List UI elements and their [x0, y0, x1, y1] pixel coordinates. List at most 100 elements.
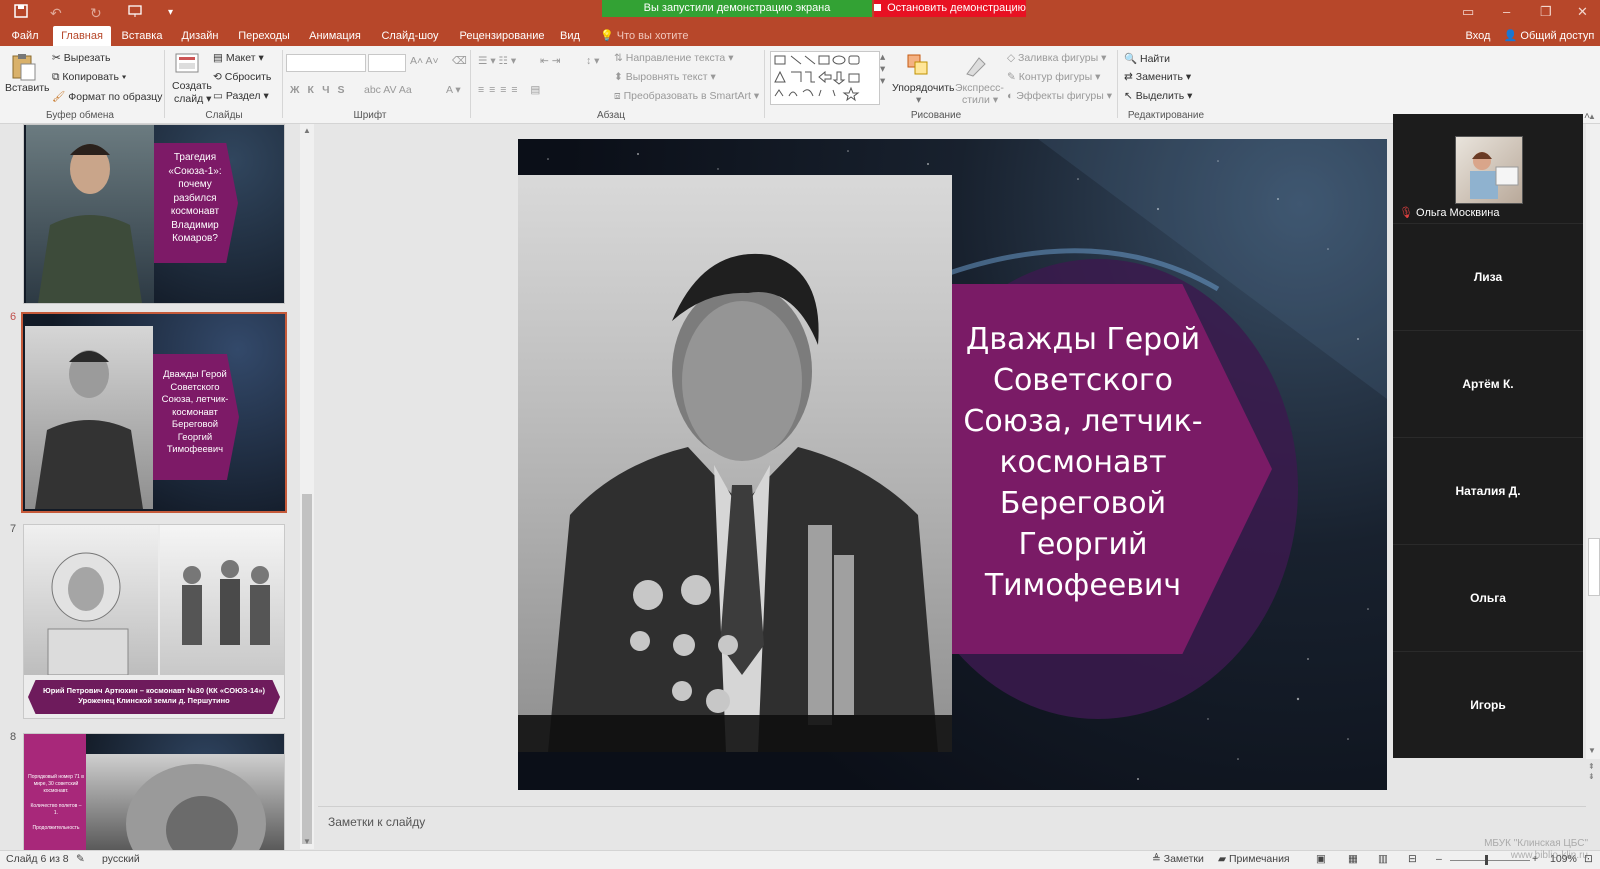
- select-button[interactable]: ↖ Выделить ▾: [1124, 90, 1192, 102]
- paste-icon[interactable]: [8, 52, 42, 82]
- slide-scroll-thumb[interactable]: [1588, 538, 1600, 596]
- section-button[interactable]: ▭ Раздел ▾: [213, 90, 269, 102]
- comments-toggle[interactable]: ▰ Примечания: [1218, 853, 1290, 865]
- reset-button[interactable]: ⟲ Сбросить: [213, 71, 271, 83]
- tab-insert[interactable]: Вставка: [118, 26, 166, 46]
- spacesuit-photo: [24, 525, 158, 676]
- slide-thumbnail-panel: Трагедия «Союза-1»: почему разбился косм…: [0, 124, 318, 851]
- slideshow-view-icon[interactable]: ⊟: [1408, 853, 1417, 865]
- shape-effects-button[interactable]: ◐ Эффекты фигуры ▾: [1007, 90, 1112, 102]
- shape-fill-button[interactable]: ◇ Заливка фигуры ▾: [1007, 52, 1106, 64]
- reading-view-icon[interactable]: ▥: [1378, 853, 1388, 865]
- scroll-up-icon[interactable]: ▲: [1588, 112, 1596, 121]
- paste-button[interactable]: Вставить: [5, 82, 50, 94]
- redo-icon[interactable]: ↻: [90, 4, 102, 22]
- replace-button[interactable]: ⇄ Заменить ▾: [1124, 71, 1191, 83]
- tab-design[interactable]: Дизайн: [176, 26, 224, 46]
- slide-canvas[interactable]: Дважды Герой Советского Союза, летчик-ко…: [518, 139, 1387, 790]
- tab-slideshow[interactable]: Слайд-шоу: [376, 26, 444, 46]
- slide-number-8: 8: [10, 731, 17, 743]
- slide-thumbnail-6[interactable]: Дважды Герой Советского Союза, летчик-ко…: [21, 312, 287, 513]
- spellcheck-icon[interactable]: ✎: [76, 853, 85, 865]
- slide-scrollbar[interactable]: [1586, 124, 1600, 759]
- font-style-buttons[interactable]: ЖКЧS: [290, 84, 353, 96]
- prev-next-slide-icons[interactable]: ⇞ ⇟: [1588, 762, 1595, 782]
- arrange-icon[interactable]: [905, 52, 931, 78]
- shapes-gallery[interactable]: [770, 51, 880, 105]
- slide-thumbnail-5[interactable]: Трагедия «Союза-1»: почему разбился косм…: [23, 124, 285, 304]
- tab-review[interactable]: Рецензирование: [454, 26, 550, 46]
- avatar[interactable]: [1455, 136, 1523, 204]
- participant-tile[interactable]: Артём К.: [1393, 330, 1583, 437]
- notes-toggle[interactable]: ≜ Заметки: [1152, 853, 1204, 865]
- bullets-icon[interactable]: ☰ ▾ ☷ ▾: [478, 55, 516, 67]
- title-bar: ↶ ↻ ▾ Вы запустили демонстрацию экрана О…: [0, 0, 1600, 26]
- arrange-dropdown-icon[interactable]: ▾: [916, 94, 921, 106]
- mic-muted-icon: 🎙: [1399, 207, 1413, 219]
- minimize-icon[interactable]: –: [1503, 4, 1510, 19]
- indent-icons[interactable]: ⇤ ⇥: [540, 55, 561, 67]
- scrollbar-thumb[interactable]: [302, 494, 312, 844]
- zoom-out-icon[interactable]: –: [1436, 853, 1442, 865]
- quick-styles-button[interactable]: Экспресс-: [955, 82, 1004, 94]
- format-painter-button[interactable]: 🖌 Формат по образцу: [52, 90, 162, 103]
- language-indicator[interactable]: русский: [102, 853, 140, 865]
- find-button[interactable]: 🔍 Найти: [1124, 52, 1170, 65]
- pen-icon: ✎: [1007, 71, 1016, 83]
- alignment-icons[interactable]: ≡≡≡≡ ▤: [478, 84, 545, 96]
- align-text-icon: ⬍: [614, 71, 623, 83]
- ribbon-display-options-icon[interactable]: ▭: [1462, 4, 1474, 20]
- slides-group-label: Слайды: [205, 110, 243, 121]
- tab-file[interactable]: Файл: [6, 26, 44, 46]
- scroll-down-icon[interactable]: ▼: [1588, 746, 1596, 755]
- participant-tile[interactable]: Наталия Д.: [1393, 437, 1583, 544]
- char-spacing-icon[interactable]: abc AV Aa: [364, 84, 412, 96]
- stop-screen-share-button[interactable]: Остановить демонстрацию: [874, 0, 1026, 17]
- slide-sorter-icon[interactable]: ▦: [1348, 853, 1358, 865]
- font-grow-icon[interactable]: A˄ A˅: [410, 55, 439, 67]
- shapes-scroll-icon[interactable]: ▴ ▾ ▾: [880, 51, 885, 87]
- notes-pane[interactable]: Заметки к слайду: [328, 815, 425, 829]
- scroll-up-icon[interactable]: ▲: [303, 126, 311, 135]
- share-button[interactable]: 👤 Общий доступ: [1502, 26, 1596, 46]
- font-group-label: Шрифт: [353, 110, 387, 121]
- slide-thumbnail-8[interactable]: Порядковый номер 71 в мире, 30 советский…: [23, 733, 285, 851]
- tab-home[interactable]: Главная: [53, 26, 111, 46]
- quick-styles-icon[interactable]: [963, 52, 989, 78]
- participant-tile[interactable]: Лиза: [1393, 223, 1583, 330]
- signin-link[interactable]: Вход: [1462, 26, 1494, 46]
- layout-button[interactable]: ▤ Макет ▾: [213, 52, 264, 64]
- participant-tile[interactable]: Игорь: [1393, 651, 1583, 758]
- align-text-button[interactable]: ⬍ Выровнять текст ▾: [614, 71, 716, 83]
- new-slide-icon[interactable]: [174, 52, 202, 78]
- slide-number-6: 6: [10, 311, 17, 323]
- slide-thumbnail-7[interactable]: Юрий Петрович Артюхин – космонавт №30 (К…: [23, 524, 285, 719]
- smartart-button[interactable]: ⧈ Преобразовать в SmartArt ▾: [614, 90, 759, 103]
- restore-icon[interactable]: ❐: [1540, 4, 1552, 20]
- save-icon[interactable]: [14, 4, 28, 22]
- normal-view-icon[interactable]: ▣: [1316, 853, 1326, 865]
- clear-formatting-icon[interactable]: ⌫: [452, 55, 467, 67]
- tab-animations[interactable]: Анимация: [304, 26, 366, 46]
- shape-outline-button[interactable]: ✎ Контур фигуры ▾: [1007, 71, 1100, 83]
- scroll-down-icon[interactable]: ▼: [303, 837, 311, 846]
- undo-icon[interactable]: ↶: [50, 4, 62, 22]
- customize-qat-icon[interactable]: ▾: [168, 4, 173, 22]
- self-participant-label: 🎙 Ольга Москвина: [1399, 207, 1500, 219]
- tab-view[interactable]: Вид: [558, 26, 582, 46]
- line-spacing-icon[interactable]: ↕ ▾: [586, 55, 599, 67]
- new-slide-button[interactable]: Создать: [172, 80, 212, 92]
- text-direction-button[interactable]: ⇅ Направление текста ▾: [614, 52, 733, 64]
- tab-transitions[interactable]: Переходы: [234, 26, 294, 46]
- start-slideshow-icon[interactable]: [128, 4, 142, 22]
- font-family-dropdown[interactable]: [286, 54, 366, 72]
- participant-tile[interactable]: Ольга: [1393, 544, 1583, 651]
- copy-button[interactable]: ⧉ Копировать ▾: [52, 71, 126, 84]
- arrange-button[interactable]: Упорядочить: [892, 82, 954, 94]
- font-size-dropdown[interactable]: [368, 54, 406, 72]
- font-color-icon[interactable]: A ▾: [446, 84, 461, 96]
- tell-me-search[interactable]: 💡 Что вы хотите сделать?: [600, 26, 730, 62]
- close-icon[interactable]: ✕: [1577, 4, 1588, 20]
- slide-title[interactable]: Дважды Герой Советского Союза, летчик-ко…: [958, 319, 1208, 606]
- cut-button[interactable]: ✂ Вырезать: [52, 52, 110, 64]
